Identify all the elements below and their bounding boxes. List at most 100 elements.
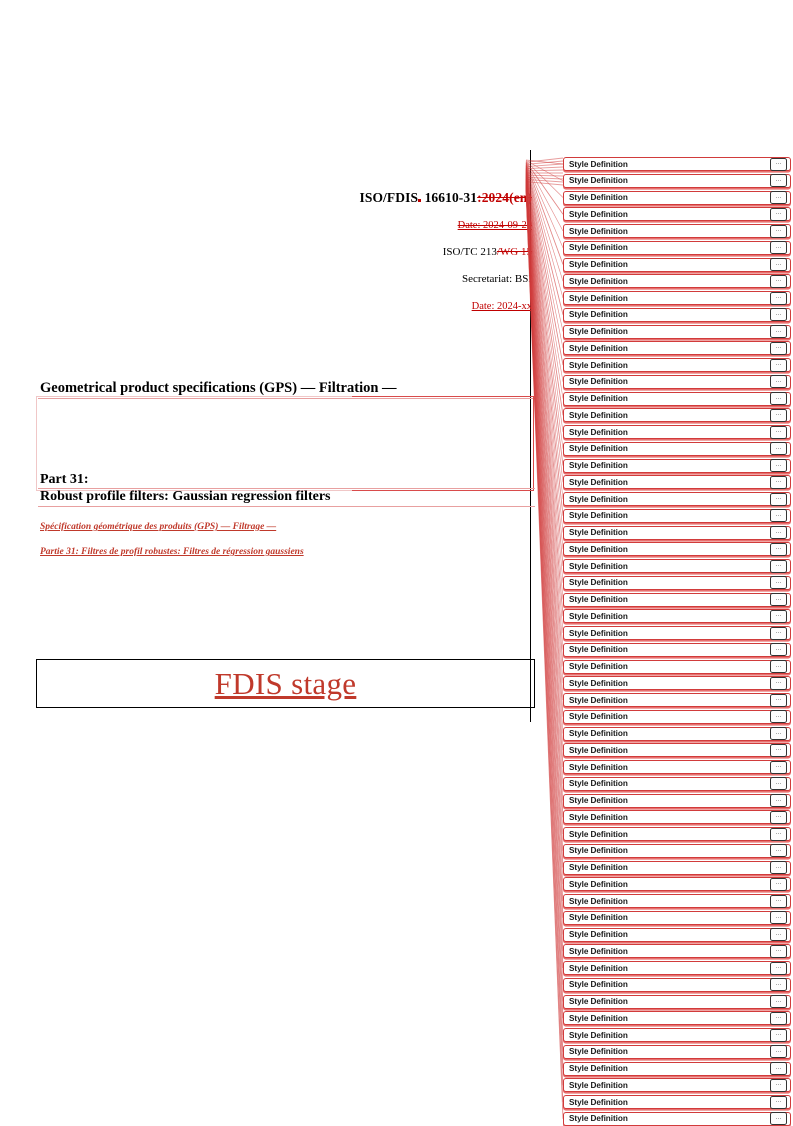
comment-balloon[interactable]: Style Definition... [563, 910, 791, 925]
comment-balloon[interactable]: Style Definition... [563, 827, 791, 841]
comment-balloon[interactable]: Style Definition... [563, 927, 791, 942]
comment-balloon[interactable]: Style Definition... [563, 860, 791, 875]
comment-menu-button[interactable]: ... [770, 593, 787, 606]
comment-menu-button[interactable]: ... [770, 844, 787, 858]
comment-menu-button[interactable]: ... [770, 274, 787, 288]
comment-menu-button[interactable]: ... [770, 174, 787, 188]
comment-balloon[interactable]: Style Definition... [563, 190, 791, 205]
comment-menu-button[interactable]: ... [770, 1045, 787, 1059]
comment-balloon[interactable]: Style Definition... [563, 776, 791, 791]
comment-menu-button[interactable]: ... [770, 258, 787, 271]
comment-balloon[interactable]: Style Definition... [563, 1061, 791, 1076]
comment-balloon[interactable]: Style Definition... [563, 475, 791, 490]
comment-menu-button[interactable]: ... [770, 727, 787, 740]
comment-balloon[interactable]: Style Definition... [563, 693, 791, 707]
comment-menu-button[interactable]: ... [770, 861, 787, 874]
comment-balloon[interactable]: Style Definition... [563, 341, 791, 356]
comment-menu-button[interactable]: ... [770, 241, 787, 255]
comment-balloon[interactable]: Style Definition... [563, 709, 791, 724]
comment-menu-button[interactable]: ... [770, 459, 787, 472]
comment-menu-button[interactable]: ... [770, 1011, 787, 1025]
comment-menu-button[interactable]: ... [770, 1062, 787, 1075]
comment-balloon[interactable]: Style Definition... [563, 274, 791, 289]
comment-balloon[interactable]: Style Definition... [563, 441, 791, 456]
comment-balloon[interactable]: Style Definition... [563, 626, 791, 640]
comment-menu-button[interactable]: ... [770, 207, 787, 221]
comment-balloon[interactable]: Style Definition... [563, 726, 791, 741]
comment-balloon[interactable]: Style Definition... [563, 1095, 791, 1109]
comment-menu-button[interactable]: ... [770, 576, 787, 590]
comment-menu-button[interactable]: ... [770, 760, 787, 774]
comment-balloon[interactable]: Style Definition... [563, 492, 791, 506]
comment-balloon[interactable]: Style Definition... [563, 994, 791, 1009]
comment-balloon[interactable]: Style Definition... [563, 307, 791, 322]
comment-menu-button[interactable]: ... [770, 827, 787, 841]
comment-menu-button[interactable]: ... [770, 442, 787, 456]
comment-menu-button[interactable]: ... [770, 609, 787, 623]
comment-balloon[interactable]: Style Definition... [563, 810, 791, 825]
comment-menu-button[interactable]: ... [770, 291, 787, 305]
comment-menu-button[interactable]: ... [770, 509, 787, 523]
comment-menu-button[interactable]: ... [770, 157, 787, 171]
comment-menu-button[interactable]: ... [770, 794, 787, 807]
comment-balloon[interactable]: Style Definition... [563, 157, 791, 171]
comment-menu-button[interactable]: ... [770, 995, 787, 1008]
comment-menu-button[interactable]: ... [770, 643, 787, 657]
comment-balloon[interactable]: Style Definition... [563, 291, 791, 305]
comment-balloon[interactable]: Style Definition... [563, 525, 791, 540]
comment-balloon[interactable]: Style Definition... [563, 944, 791, 959]
comment-balloon[interactable]: Style Definition... [563, 1111, 791, 1126]
comment-menu-button[interactable]: ... [770, 191, 787, 204]
comment-menu-button[interactable]: ... [770, 1028, 787, 1042]
comment-menu-button[interactable]: ... [770, 408, 787, 422]
comment-balloon[interactable]: Style Definition... [563, 977, 791, 992]
comment-balloon[interactable]: Style Definition... [563, 508, 791, 523]
comment-menu-button[interactable]: ... [770, 944, 787, 958]
comment-menu-button[interactable]: ... [770, 492, 787, 506]
comment-balloon[interactable]: Style Definition... [563, 408, 791, 423]
comment-balloon[interactable]: Style Definition... [563, 374, 791, 389]
comment-menu-button[interactable]: ... [770, 1112, 787, 1126]
comment-balloon[interactable]: Style Definition... [563, 240, 791, 255]
comment-menu-button[interactable]: ... [770, 559, 787, 573]
comment-balloon[interactable]: Style Definition... [563, 793, 791, 808]
comment-menu-button[interactable]: ... [770, 978, 787, 992]
comment-balloon[interactable]: Style Definition... [563, 257, 791, 272]
comment-balloon[interactable]: Style Definition... [563, 642, 791, 657]
comment-balloon[interactable]: Style Definition... [563, 1044, 791, 1059]
comment-menu-button[interactable]: ... [770, 810, 787, 824]
comment-balloon[interactable]: Style Definition... [563, 559, 791, 573]
comment-balloon[interactable]: Style Definition... [563, 877, 791, 892]
comment-menu-button[interactable]: ... [770, 392, 787, 405]
comment-menu-button[interactable]: ... [770, 928, 787, 941]
comment-balloon[interactable]: Style Definition... [563, 659, 791, 674]
comment-balloon[interactable]: Style Definition... [563, 425, 791, 439]
comment-menu-button[interactable]: ... [770, 358, 787, 372]
comment-balloon[interactable]: Style Definition... [563, 224, 791, 238]
comment-balloon[interactable]: Style Definition... [563, 843, 791, 858]
comment-menu-button[interactable]: ... [770, 325, 787, 338]
comment-menu-button[interactable]: ... [770, 961, 787, 975]
comment-menu-button[interactable]: ... [770, 777, 787, 791]
comment-menu-button[interactable]: ... [770, 425, 787, 439]
comment-balloon[interactable]: Style Definition... [563, 676, 791, 691]
comment-balloon[interactable]: Style Definition... [563, 173, 791, 188]
comment-menu-button[interactable]: ... [770, 710, 787, 724]
comment-balloon[interactable]: Style Definition... [563, 324, 791, 339]
comment-menu-button[interactable]: ... [770, 894, 787, 908]
comment-balloon[interactable]: Style Definition... [563, 542, 791, 557]
comment-menu-button[interactable]: ... [770, 375, 787, 389]
comment-balloon[interactable]: Style Definition... [563, 458, 791, 473]
comment-balloon[interactable]: Style Definition... [563, 207, 791, 222]
comment-balloon[interactable]: Style Definition... [563, 358, 791, 372]
comment-menu-button[interactable]: ... [770, 911, 787, 925]
comment-menu-button[interactable]: ... [770, 542, 787, 556]
comment-balloon[interactable]: Style Definition... [563, 592, 791, 607]
comment-menu-button[interactable]: ... [770, 626, 787, 640]
comment-menu-button[interactable]: ... [770, 877, 787, 891]
comment-menu-button[interactable]: ... [770, 743, 787, 757]
comment-menu-button[interactable]: ... [770, 475, 787, 489]
comment-balloon[interactable]: Style Definition... [563, 743, 791, 758]
comment-balloon[interactable]: Style Definition... [563, 575, 791, 590]
comment-menu-button[interactable]: ... [770, 1095, 787, 1109]
